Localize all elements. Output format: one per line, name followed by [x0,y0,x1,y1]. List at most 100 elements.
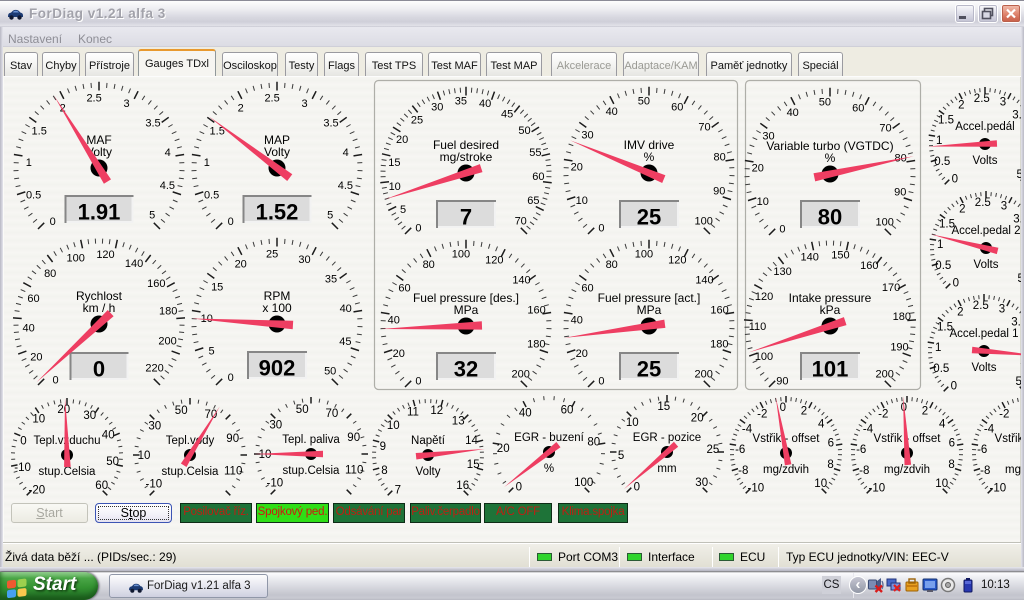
svg-text:45: 45 [501,108,513,120]
svg-text:1: 1 [26,157,32,169]
svg-text:40: 40 [102,430,115,442]
svg-text:-8: -8 [859,465,869,477]
svg-text:3: 3 [123,98,129,110]
svg-text:20: 20 [393,348,405,360]
svg-text:stup.Celsia: stup.Celsia [39,466,96,478]
svg-text:-6: -6 [856,444,866,456]
svg-text:80: 80 [44,268,56,280]
svg-text:0: 0 [93,357,105,382]
svg-text:mg/stroke: mg/stroke [440,150,493,164]
svg-text:30: 30 [431,101,443,113]
svg-text:0.5: 0.5 [933,363,949,375]
svg-text:101: 101 [812,357,849,382]
svg-text:0: 0 [634,482,640,494]
svg-text:7: 7 [460,205,472,230]
svg-text:100: 100 [695,216,713,228]
svg-text:70: 70 [879,122,891,134]
svg-text:140: 140 [512,274,530,286]
svg-text:40: 40 [519,408,532,420]
svg-text:140: 140 [695,274,713,286]
svg-text:5: 5 [209,345,215,357]
svg-text:70: 70 [205,409,218,421]
svg-text:90: 90 [713,186,725,198]
svg-text:90: 90 [226,433,239,445]
svg-text:60: 60 [398,283,410,295]
svg-text:20: 20 [576,348,588,360]
svg-text:15: 15 [388,157,400,169]
svg-text:70: 70 [698,121,710,133]
svg-text:90: 90 [347,432,360,444]
svg-text:5: 5 [400,204,406,216]
svg-text:200: 200 [876,369,894,381]
svg-text:0: 0 [780,402,786,414]
svg-text:4: 4 [818,418,825,430]
svg-text:3: 3 [1001,201,1007,213]
svg-text:14: 14 [465,435,478,447]
svg-text:30: 30 [269,419,282,431]
svg-text:-10: -10 [747,483,764,495]
svg-text:0: 0 [415,223,421,235]
svg-text:7: 7 [395,485,401,497]
svg-text:20: 20 [396,134,408,146]
svg-text:6: 6 [828,438,834,450]
svg-text:4.5: 4.5 [160,180,175,192]
svg-text:170: 170 [882,282,900,294]
svg-text:-10: -10 [266,477,283,489]
svg-text:Tepl.vody: Tepl.vody [166,435,215,447]
svg-text:6: 6 [949,438,955,450]
svg-text:Napětí: Napětí [411,435,446,447]
svg-text:1.91: 1.91 [78,200,121,225]
svg-text:5: 5 [327,209,333,221]
svg-text:40: 40 [388,315,400,327]
svg-text:2: 2 [959,204,965,216]
svg-text:180: 180 [159,305,177,317]
svg-text:20: 20 [691,412,704,424]
svg-text:9: 9 [380,441,386,453]
svg-text:0: 0 [50,216,56,228]
svg-text:2: 2 [238,103,244,115]
svg-text:-6: -6 [735,444,745,456]
svg-text:60: 60 [581,283,593,295]
svg-text:110: 110 [345,465,363,477]
svg-text:4.5: 4.5 [338,180,353,192]
svg-text:1: 1 [937,239,943,251]
svg-text:80: 80 [423,259,435,271]
svg-text:0: 0 [516,482,522,494]
svg-text:-2: -2 [999,409,1009,421]
svg-text:40: 40 [340,303,352,315]
svg-text:16: 16 [456,480,469,492]
svg-text:mg/zdvih: mg/zdvih [884,464,930,476]
svg-text:100: 100 [755,351,773,363]
svg-text:80: 80 [713,152,725,164]
svg-text:180: 180 [893,311,911,323]
svg-text:40: 40 [606,106,618,118]
svg-text:30: 30 [83,410,96,422]
svg-text:8: 8 [827,459,833,471]
svg-text:40: 40 [787,107,799,119]
svg-text:120: 120 [755,291,773,303]
svg-text:0.5: 0.5 [26,189,41,201]
svg-text:90: 90 [776,376,788,388]
svg-text:13: 13 [452,415,465,427]
svg-text:60: 60 [532,171,544,183]
svg-text:50: 50 [175,405,188,417]
svg-text:kPa: kPa [820,303,841,317]
svg-text:45: 45 [339,336,351,348]
svg-text:2: 2 [958,100,964,112]
svg-text:15: 15 [211,282,223,294]
svg-text:Volty: Volty [264,145,290,159]
svg-text:mg/zdvih: mg/zdvih [763,464,809,476]
svg-text:20: 20 [752,163,764,175]
svg-text:10: 10 [814,478,827,490]
svg-text:20: 20 [235,259,247,271]
svg-text:0: 0 [228,216,234,228]
svg-text:50: 50 [518,125,530,137]
svg-text:220: 220 [145,362,163,374]
svg-text:25: 25 [707,444,720,456]
svg-text:5: 5 [618,450,624,462]
svg-text:1.5: 1.5 [938,115,954,127]
svg-text:30: 30 [298,254,310,266]
svg-text:2.5: 2.5 [86,93,101,105]
svg-text:-4: -4 [863,424,874,436]
svg-text:0: 0 [951,381,957,393]
